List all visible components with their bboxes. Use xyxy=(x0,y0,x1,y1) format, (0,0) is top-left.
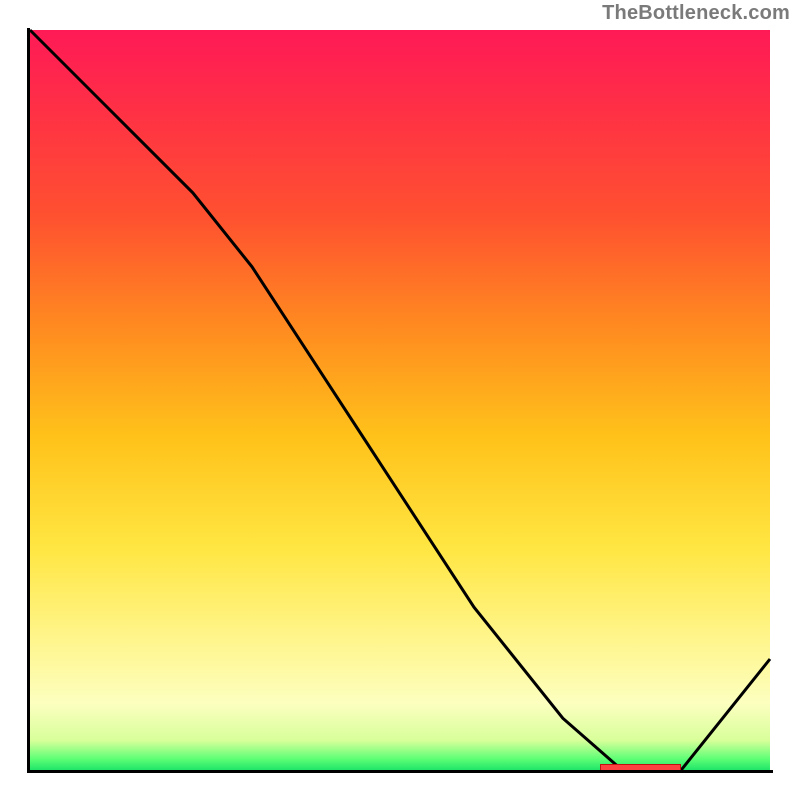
chart-svg xyxy=(30,30,770,770)
x-axis-line xyxy=(27,770,773,773)
attribution-text: TheBottleneck.com xyxy=(602,2,790,25)
plot-area xyxy=(30,30,770,770)
data-line xyxy=(30,30,770,770)
y-axis-line xyxy=(27,28,30,773)
chart-container: TheBottleneck.com xyxy=(0,0,800,800)
